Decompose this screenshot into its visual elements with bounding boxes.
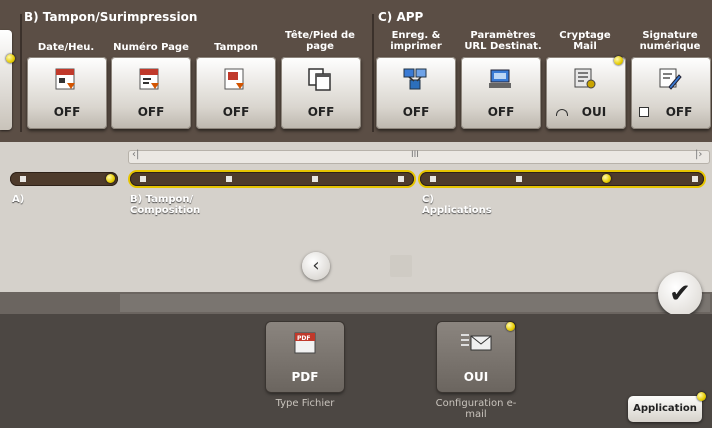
enreg-imprimer-button[interactable]: OFF xyxy=(376,57,456,129)
type-fichier-value: PDF xyxy=(291,370,319,384)
pdf-icon: PDF xyxy=(294,332,316,354)
config-email-led xyxy=(506,322,515,331)
group-a-label: A) xyxy=(12,194,25,205)
label-enreg-imprimer: Enreg. & imprimer xyxy=(390,30,442,52)
signature-numerique-state: OFF xyxy=(665,105,693,119)
group-c-led xyxy=(602,174,611,183)
track-position-dot xyxy=(312,176,318,182)
track-position-dot xyxy=(140,176,146,182)
label-tampon: Tampon xyxy=(214,42,258,53)
bottom-panel xyxy=(0,314,712,428)
navigation-panel xyxy=(0,142,712,292)
label-date-heure: Date/Heu. xyxy=(37,42,95,53)
group-a-track[interactable] xyxy=(10,172,118,186)
label-tete-pied: Tête/Pied de page xyxy=(285,30,355,52)
divider xyxy=(20,14,22,132)
scroll-thumb[interactable]: III xyxy=(411,150,419,160)
section-title-app: C) APP xyxy=(378,10,424,24)
group-a-led xyxy=(106,174,115,183)
numero-page-state: OFF xyxy=(137,105,165,119)
page-number-icon xyxy=(139,68,159,90)
group-c-track[interactable] xyxy=(420,172,704,186)
group-b-label: B) Tampon/ Composition xyxy=(130,194,201,216)
parametres-url-button[interactable]: OFF xyxy=(461,57,541,129)
application-led xyxy=(697,392,706,401)
parametres-url-state: OFF xyxy=(487,105,515,119)
tete-pied-button[interactable]: OFF xyxy=(281,57,361,129)
application-button[interactable]: Application xyxy=(628,396,702,422)
track-position-dot xyxy=(692,176,698,182)
divider xyxy=(372,14,374,132)
track-position-dot xyxy=(398,176,404,182)
url-destination-icon xyxy=(489,69,511,88)
indicator-led xyxy=(6,54,15,63)
track-position-dot xyxy=(20,176,26,182)
cryptage-active-led xyxy=(614,56,623,65)
chevron-left-icon[interactable]: ‹ xyxy=(302,252,330,280)
horizontal-scrollbar[interactable]: ‹| III |› xyxy=(128,149,710,164)
label-signature-numerique: Signature numérique xyxy=(639,30,701,52)
header-footer-icon xyxy=(308,68,331,91)
encrypted-mail-icon xyxy=(574,68,596,89)
track-position-dot xyxy=(430,176,436,182)
tampon-state: OFF xyxy=(222,105,250,119)
cryptage-mail-button[interactable]: OUI xyxy=(546,57,626,129)
digital-signature-icon xyxy=(659,68,682,90)
scroll-left-icon[interactable]: ‹| xyxy=(132,149,139,160)
configuration-email-button[interactable]: OUI xyxy=(437,322,515,392)
enreg-imprimer-state: OFF xyxy=(402,105,430,119)
scroll-right-icon[interactable]: |› xyxy=(695,149,702,160)
type-fichier-button[interactable]: PDF PDF xyxy=(266,322,344,392)
track-position-dot xyxy=(516,176,522,182)
placeholder-square xyxy=(390,255,412,277)
section-title-tampon: B) Tampon/Surimpression xyxy=(24,10,198,24)
pdf-icon-text: PDF xyxy=(297,335,310,342)
date-heure-button[interactable]: OFF xyxy=(27,57,107,129)
previous-group-tab[interactable] xyxy=(0,30,12,130)
configuration-email-label: Configuration e-mail xyxy=(435,398,517,420)
save-print-icon xyxy=(403,68,427,90)
checkmark-icon[interactable]: ✔ xyxy=(658,272,702,316)
label-cryptage-mail: Cryptage Mail xyxy=(559,30,611,52)
group-c-label: C) Applications xyxy=(422,194,492,216)
lower-inner-band xyxy=(120,294,710,312)
cryptage-mail-state: OUI xyxy=(581,105,607,119)
group-b-track[interactable] xyxy=(130,172,414,186)
tampon-button[interactable]: OFF xyxy=(196,57,276,129)
tete-pied-state: OFF xyxy=(307,105,335,119)
numero-page-button[interactable]: OFF xyxy=(111,57,191,129)
track-position-dot xyxy=(226,176,232,182)
email-config-icon xyxy=(461,334,492,351)
date-heure-state: OFF xyxy=(53,105,81,119)
signature-numerique-button[interactable]: OFF xyxy=(631,57,711,129)
label-parametres-url: Paramètres URL Destinat. xyxy=(464,30,542,52)
label-numero-page: Numéro Page xyxy=(113,42,189,53)
stamp-icon xyxy=(224,68,244,90)
configuration-email-value: OUI xyxy=(463,370,489,384)
type-fichier-label: Type Fichier xyxy=(275,398,335,409)
date-stamp-icon xyxy=(55,68,75,90)
